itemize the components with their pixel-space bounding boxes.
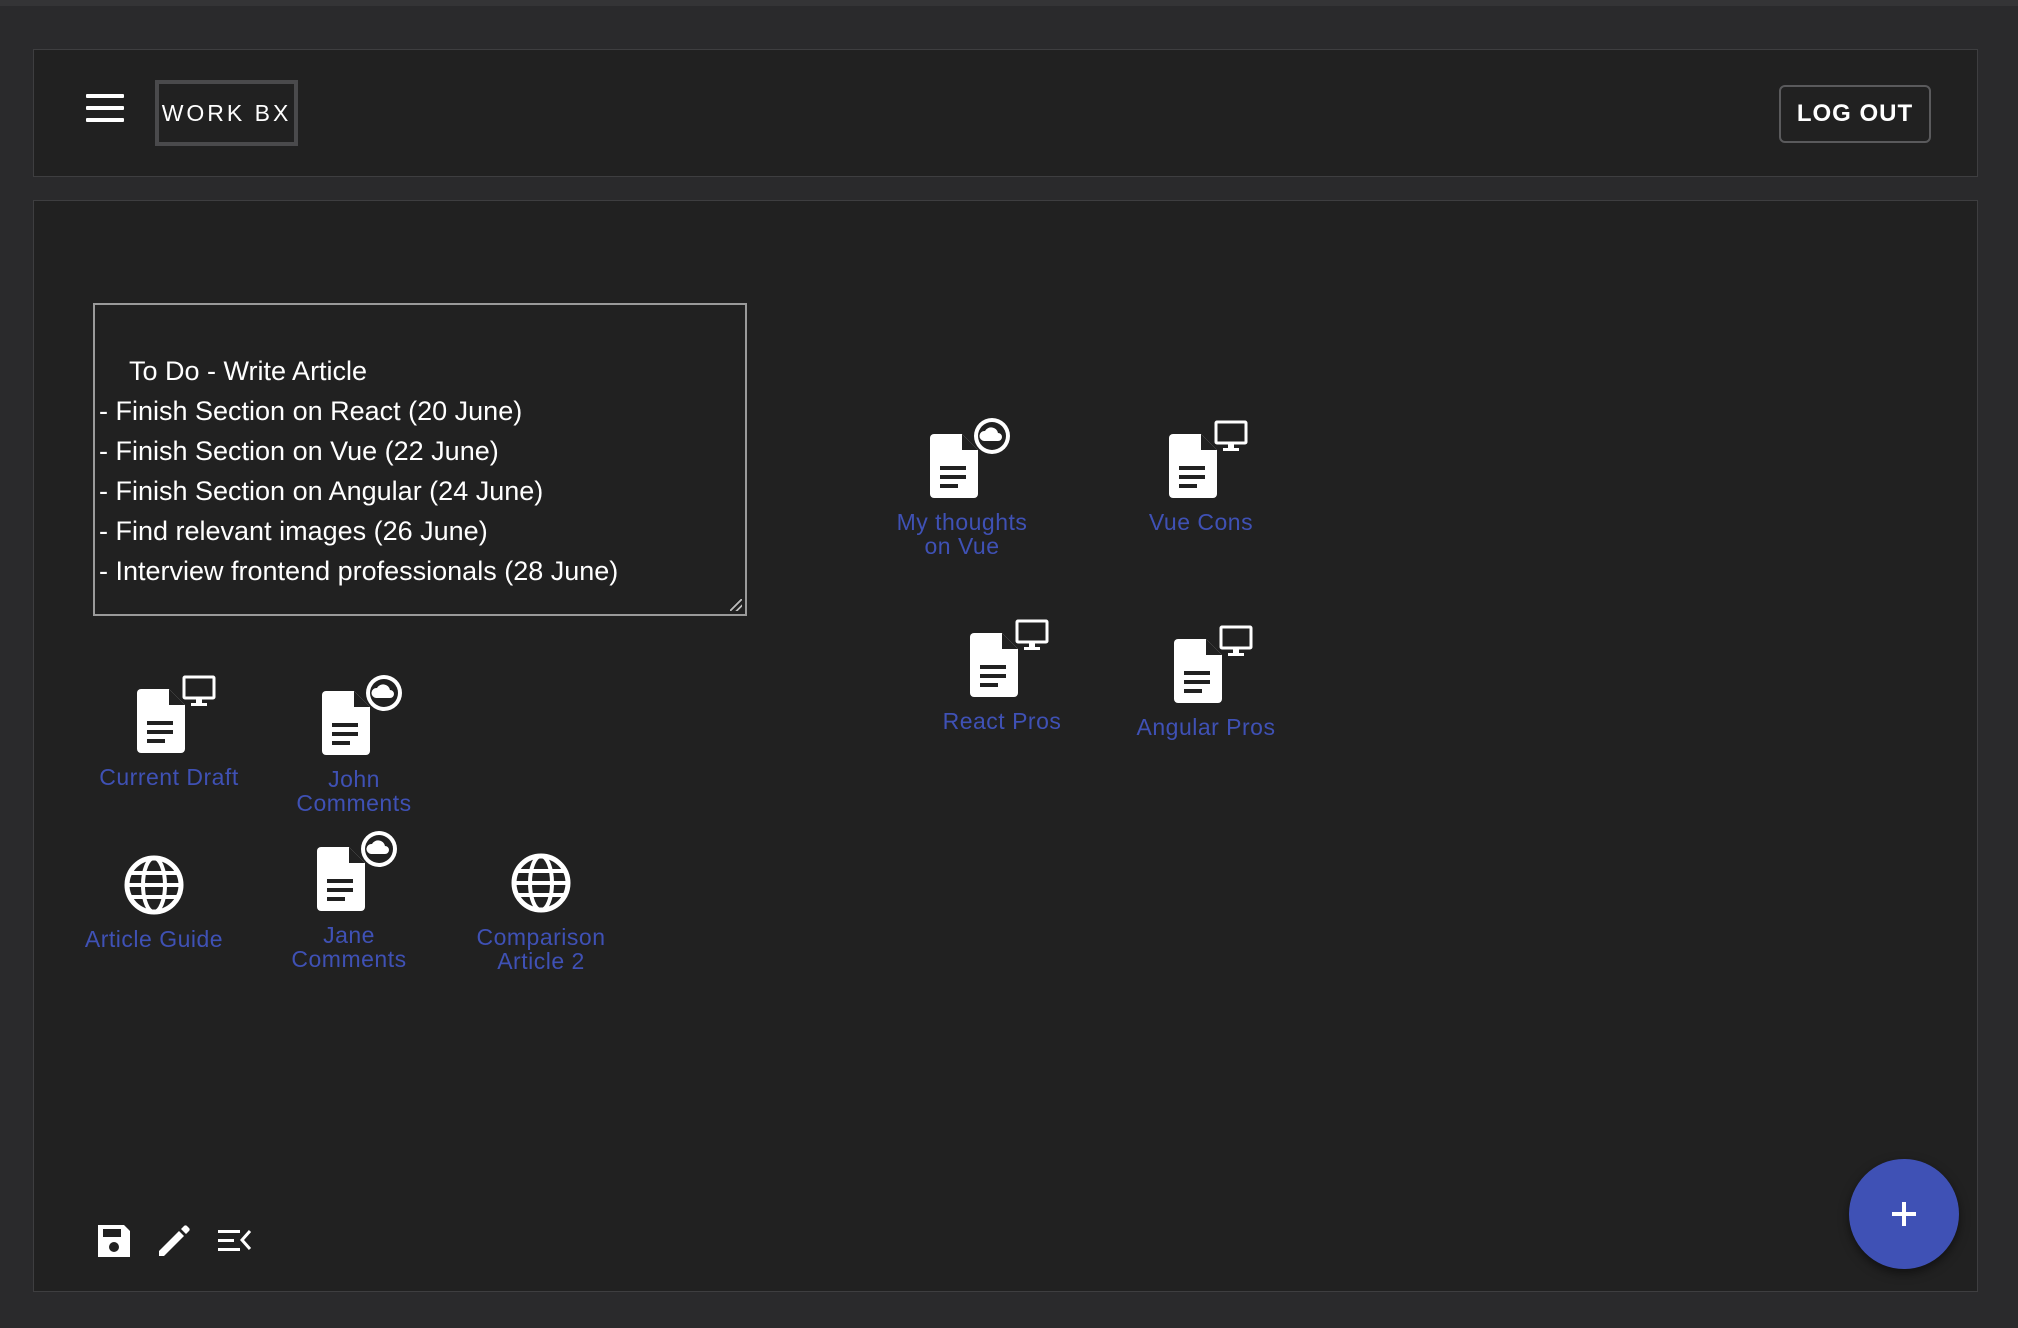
file-vue-cons[interactable]: Vue Cons	[1131, 420, 1271, 534]
pencil-icon[interactable]	[154, 1221, 194, 1261]
file-react-pros[interactable]: React Pros	[927, 619, 1077, 733]
file-label: React Pros	[942, 708, 1062, 734]
file-current-draft[interactable]: Current Draft	[94, 675, 244, 789]
file-label: John Comments	[296, 766, 412, 816]
window-top-edge	[0, 0, 2018, 6]
file-label: Current Draft	[99, 764, 239, 790]
document-desktop-icon	[1174, 625, 1253, 703]
menu-collapse-icon[interactable]	[214, 1221, 254, 1261]
link-label: Comparison Article 2	[476, 924, 606, 974]
document-cloud-icon	[322, 675, 402, 755]
document-cloud-icon	[317, 831, 397, 911]
globe-icon	[511, 853, 571, 913]
globe-icon	[124, 855, 184, 915]
logout-button[interactable]: LOG OUT	[1779, 85, 1931, 143]
file-label: My thoughts on Vue	[896, 509, 1028, 559]
app-bar: WORK BX LOG OUT	[33, 49, 1978, 177]
file-label: Jane Comments	[291, 922, 407, 972]
save-icon[interactable]	[94, 1221, 134, 1261]
file-john-comments[interactable]: John Comments	[294, 675, 414, 815]
add-button[interactable]	[1849, 1159, 1959, 1269]
resize-handle-icon[interactable]	[730, 599, 742, 611]
document-cloud-icon	[930, 418, 1010, 498]
link-label: Article Guide	[84, 926, 224, 952]
todo-note-text: To Do - Write Article - Finish Section o…	[99, 356, 619, 586]
plus-icon	[1892, 1202, 1916, 1226]
link-comparison-article-2[interactable]: Comparison Article 2	[461, 851, 621, 973]
file-jane-comments[interactable]: Jane Comments	[289, 831, 409, 971]
workspace-board: To Do - Write Article - Finish Section o…	[33, 200, 1978, 1292]
brand-logo[interactable]: WORK BX	[155, 80, 298, 146]
file-my-thoughts-on-vue[interactable]: My thoughts on Vue	[887, 418, 1037, 558]
link-article-guide[interactable]: Article Guide	[79, 853, 229, 951]
hamburger-menu-icon[interactable]	[86, 94, 140, 134]
document-desktop-icon	[1169, 420, 1248, 498]
file-angular-pros[interactable]: Angular Pros	[1131, 625, 1281, 739]
file-label: Angular Pros	[1136, 714, 1276, 740]
document-desktop-icon	[137, 675, 216, 753]
file-label: Vue Cons	[1148, 509, 1254, 535]
todo-note-textarea[interactable]: To Do - Write Article - Finish Section o…	[93, 303, 747, 616]
document-desktop-icon	[970, 619, 1049, 697]
